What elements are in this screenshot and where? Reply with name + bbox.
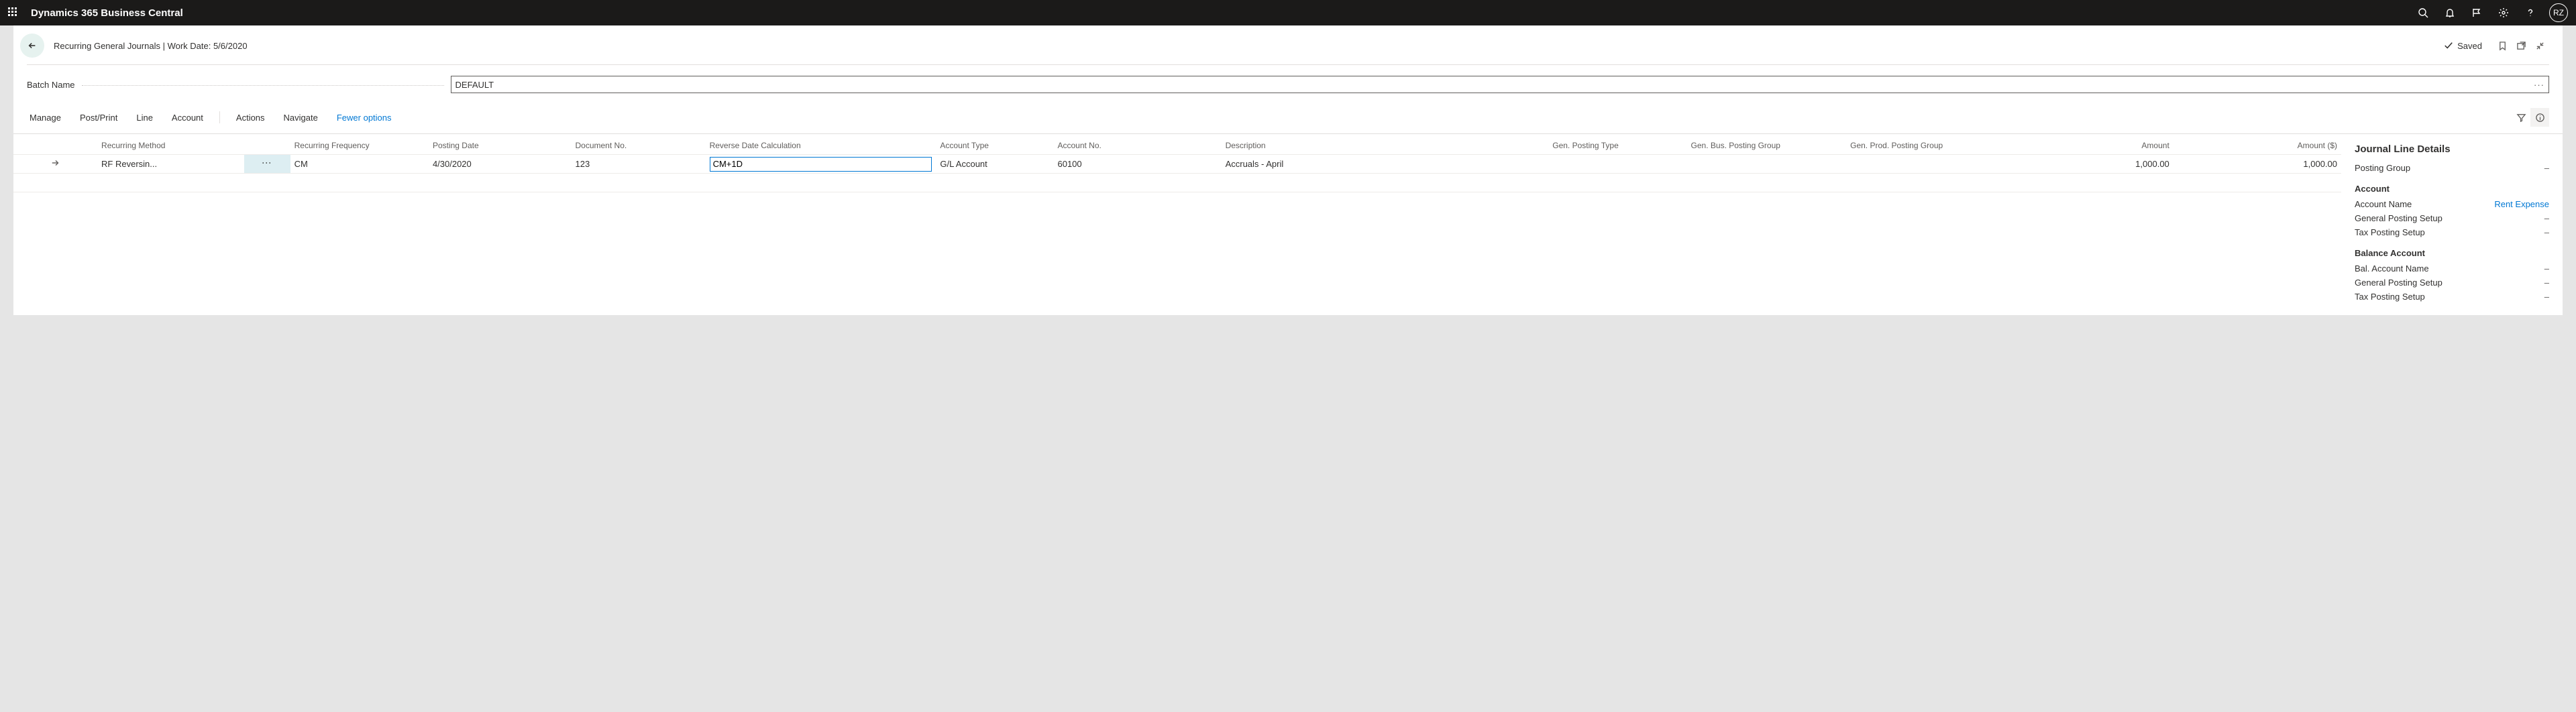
bal-tps-value: – [2544, 292, 2549, 302]
account-name-value[interactable]: Rent Expense [2494, 199, 2549, 209]
account-gps-value: – [2544, 213, 2549, 223]
col-account-type[interactable]: Account Type [936, 134, 1053, 155]
cell-gen-posting-type[interactable] [1548, 155, 1686, 174]
posting-group-label: Posting Group [2355, 163, 2410, 173]
batch-name-label: Batch Name [27, 80, 75, 90]
info-pane-icon[interactable] [2530, 108, 2549, 127]
help-icon[interactable] [2517, 0, 2544, 25]
col-amount-currency[interactable]: Amount ($) [2174, 134, 2341, 155]
reverse-date-calc-input[interactable] [710, 157, 932, 172]
breadcrumb: Recurring General Journals | Work Date: … [54, 41, 248, 51]
collapse-icon[interactable] [2530, 36, 2549, 55]
settings-icon[interactable] [2490, 0, 2517, 25]
cmd-actions[interactable]: Actions [233, 110, 268, 125]
cell-recurring-frequency[interactable]: CM [290, 155, 429, 174]
col-posting-date[interactable]: Posting Date [429, 134, 572, 155]
cmd-line[interactable]: Line [133, 110, 156, 125]
col-description[interactable]: Description [1222, 134, 1549, 155]
cell-recurring-method[interactable]: RF Reversin... [97, 155, 244, 174]
table-row[interactable]: RF Reversin... ⋮ CM 4/30/2020 123 G/L Ac… [13, 155, 2341, 174]
cmd-navigate[interactable]: Navigate [281, 110, 321, 125]
bal-gps-value: – [2544, 278, 2549, 288]
cell-reverse-date-calc[interactable] [706, 155, 936, 174]
bal-account-name-label: Bal. Account Name [2355, 263, 2429, 274]
cell-gen-bus-posting-group[interactable] [1687, 155, 1847, 174]
row-menu-icon[interactable]: ⋮ [244, 155, 290, 174]
cmd-manage[interactable]: Manage [27, 110, 64, 125]
col-document-no[interactable]: Document No. [572, 134, 706, 155]
cell-amount-currency[interactable]: 1,000.00 [2174, 155, 2341, 174]
cell-amount[interactable]: 1,000.00 [2006, 155, 2174, 174]
cell-gen-prod-posting-group[interactable] [1846, 155, 2006, 174]
cmd-fewer-options[interactable]: Fewer options [334, 110, 394, 125]
cmd-account[interactable]: Account [169, 110, 206, 125]
account-section: Account [2355, 184, 2549, 194]
account-name-label: Account Name [2355, 199, 2412, 209]
col-account-no[interactable]: Account No. [1053, 134, 1221, 155]
cell-document-no[interactable]: 123 [572, 155, 706, 174]
row-selector-icon[interactable] [13, 155, 97, 174]
account-gps-label: General Posting Setup [2355, 213, 2443, 223]
batch-name-input[interactable]: DEFAULT ··· [451, 76, 2549, 93]
cell-description[interactable]: Accruals - April [1222, 155, 1549, 174]
journal-lines-grid[interactable]: Recurring Method Recurring Frequency Pos… [13, 134, 2341, 192]
bal-tps-label: Tax Posting Setup [2355, 292, 2425, 302]
flag-icon[interactable] [2463, 0, 2490, 25]
cell-posting-date[interactable]: 4/30/2020 [429, 155, 572, 174]
cell-account-no[interactable]: 60100 [1053, 155, 1221, 174]
bookmark-icon[interactable] [2493, 36, 2512, 55]
saved-indicator: Saved [2444, 41, 2482, 51]
bal-account-name-value: – [2544, 263, 2549, 274]
account-tps-value: – [2544, 227, 2549, 237]
details-pane: Journal Line Details Posting Group – Acc… [2341, 134, 2563, 315]
posting-group-value: – [2544, 163, 2549, 173]
col-gen-bus-posting-group[interactable]: Gen. Bus. Posting Group [1687, 134, 1847, 155]
filter-icon[interactable] [2512, 108, 2530, 127]
back-button[interactable] [20, 34, 44, 58]
balance-section: Balance Account [2355, 248, 2549, 258]
open-new-window-icon[interactable] [2512, 36, 2530, 55]
account-tps-label: Tax Posting Setup [2355, 227, 2425, 237]
app-launcher-icon[interactable] [8, 7, 19, 18]
bal-gps-label: General Posting Setup [2355, 278, 2443, 288]
col-amount[interactable]: Amount [2006, 134, 2174, 155]
cell-account-type[interactable]: G/L Account [936, 155, 1053, 174]
table-row[interactable] [13, 174, 2341, 192]
details-title: Journal Line Details [2355, 143, 2549, 155]
col-recurring-frequency[interactable]: Recurring Frequency [290, 134, 429, 155]
col-gen-prod-posting-group[interactable]: Gen. Prod. Posting Group [1846, 134, 2006, 155]
col-gen-posting-type[interactable]: Gen. Posting Type [1548, 134, 1686, 155]
cmd-post-print[interactable]: Post/Print [77, 110, 120, 125]
notification-icon[interactable] [2436, 0, 2463, 25]
col-recurring-method[interactable]: Recurring Method [97, 134, 244, 155]
batch-lookup-icon[interactable]: ··· [2534, 80, 2544, 90]
user-avatar[interactable]: RZ [2549, 3, 2568, 22]
product-name: Dynamics 365 Business Central [31, 7, 183, 19]
col-reverse-date-calc[interactable]: Reverse Date Calculation [706, 134, 936, 155]
search-icon[interactable] [2410, 0, 2436, 25]
